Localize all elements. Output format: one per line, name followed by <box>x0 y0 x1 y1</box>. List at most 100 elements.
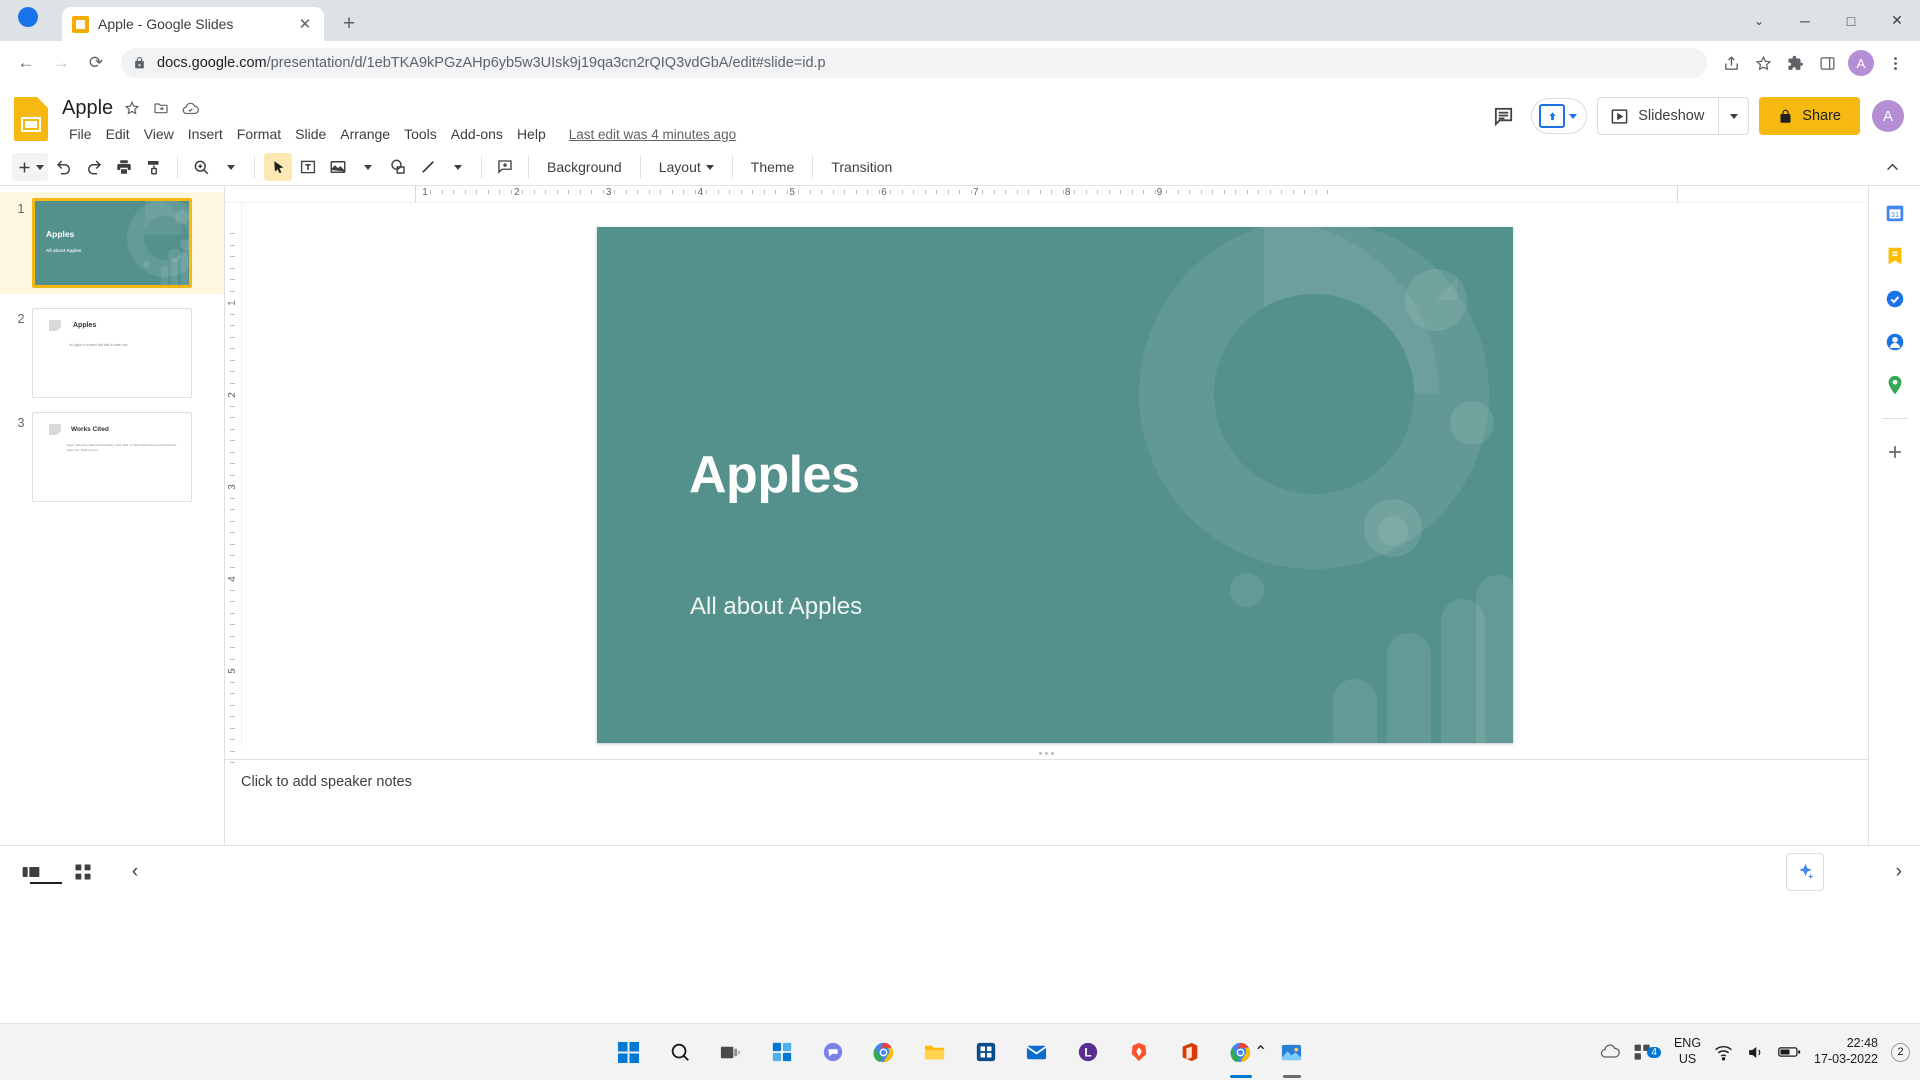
slideshow-button[interactable]: Slideshow <box>1598 98 1718 134</box>
new-slide-button[interactable] <box>12 153 48 181</box>
explore-button[interactable] <box>1786 852 1824 891</box>
teams-chat-icon[interactable] <box>813 1032 853 1072</box>
widgets-icon[interactable] <box>762 1032 802 1072</box>
line-dropdown[interactable] <box>444 153 472 181</box>
list-item[interactable]: 3 Works Cited "Apple." Wikipedia, Wikime… <box>0 412 224 502</box>
star-icon[interactable] <box>122 98 142 118</box>
clock[interactable]: 22:48 17-03-2022 <box>1814 1036 1878 1067</box>
search-icon[interactable] <box>660 1032 700 1072</box>
horizontal-ruler[interactable]: 1 2 3 4 5 6 7 8 9 <box>225 186 1868 203</box>
google-slides-logo[interactable] <box>14 97 52 147</box>
photos-icon[interactable] <box>1272 1032 1312 1072</box>
grid-view-icon[interactable] <box>68 857 98 887</box>
transition-button[interactable]: Transition <box>822 153 901 181</box>
slide-thumbnail-3[interactable]: Works Cited "Apple." Wikipedia, Wikimedi… <box>32 412 192 502</box>
back-icon[interactable]: ← <box>10 47 42 79</box>
share-icon[interactable] <box>1716 48 1746 78</box>
theme-button[interactable]: Theme <box>742 153 804 181</box>
slide-title[interactable]: Apples <box>689 445 860 505</box>
menu-insert[interactable]: Insert <box>181 123 230 145</box>
tasks-icon[interactable] <box>1882 286 1908 312</box>
print-button[interactable] <box>110 153 138 181</box>
background-button[interactable]: Background <box>538 153 631 181</box>
slide-subtitle[interactable]: All about Apples <box>690 593 862 621</box>
microsoft-store-icon[interactable] <box>966 1032 1006 1072</box>
chrome-browser-icon[interactable] <box>864 1032 904 1072</box>
active-slide-canvas[interactable]: Apples All about Apples <box>597 227 1513 743</box>
last-edit-link[interactable]: Last edit was 4 minutes ago <box>569 127 736 142</box>
slide-thumbnail-2[interactable]: Apples An Apple is a sweet fruit that is… <box>32 308 192 398</box>
menu-view[interactable]: View <box>137 123 181 145</box>
notes-resize-handle[interactable] <box>225 747 1868 759</box>
mail-icon[interactable] <box>1017 1032 1057 1072</box>
zoom-dropdown[interactable] <box>217 153 245 181</box>
brave-icon[interactable] <box>1119 1032 1159 1072</box>
battery-icon[interactable] <box>1778 1044 1801 1060</box>
avatar[interactable]: A <box>1872 100 1904 132</box>
lightshot-icon[interactable]: L <box>1068 1032 1108 1072</box>
bookmark-star-icon[interactable] <box>1748 48 1778 78</box>
menu-file[interactable]: File <box>62 123 99 145</box>
collapse-toolbar-chevron[interactable] <box>1878 153 1906 181</box>
list-item[interactable]: 2 Apples An Apple is a sweet fruit that … <box>0 308 224 398</box>
minimize-button[interactable]: ─ <box>1782 0 1828 41</box>
comment-history-icon[interactable] <box>1485 98 1521 134</box>
undo-button[interactable] <box>50 153 78 181</box>
new-slide-dropdown[interactable] <box>36 164 44 170</box>
file-explorer-icon[interactable] <box>915 1032 955 1072</box>
redo-button[interactable] <box>80 153 108 181</box>
sidepanel-icon[interactable] <box>1812 48 1842 78</box>
extensions-puzzle-icon[interactable] <box>1780 48 1810 78</box>
chevron-down-icon[interactable] <box>1569 113 1578 119</box>
list-item[interactable]: 1 Apples All about Apples <box>0 192 224 294</box>
close-window-button[interactable]: ✕ <box>1874 0 1920 41</box>
onedrive-icon[interactable] <box>1600 1044 1621 1060</box>
new-tab-button[interactable]: + <box>334 9 364 39</box>
present-to-other-screen-button[interactable] <box>1531 98 1588 134</box>
expand-panel-button[interactable]: › <box>1896 861 1902 883</box>
slide-thumbnail-1[interactable]: Apples All about Apples <box>32 198 192 288</box>
line-button[interactable] <box>414 153 442 181</box>
add-comment-button[interactable] <box>491 153 519 181</box>
zoom-button[interactable] <box>187 153 215 181</box>
menu-edit[interactable]: Edit <box>99 123 137 145</box>
maximize-button[interactable]: □ <box>1828 0 1874 41</box>
show-hidden-icons-arrow[interactable]: ⌃ <box>1254 1042 1267 1062</box>
menu-arrange[interactable]: Arrange <box>333 123 397 145</box>
move-to-folder-icon[interactable] <box>151 98 171 118</box>
menu-format[interactable]: Format <box>230 123 288 145</box>
image-dropdown[interactable] <box>354 153 382 181</box>
maps-icon[interactable] <box>1882 372 1908 398</box>
calendar-icon[interactable]: 31 <box>1882 200 1908 226</box>
start-windows-icon[interactable] <box>609 1032 649 1072</box>
menu-tools[interactable]: Tools <box>397 123 444 145</box>
menu-add-ons[interactable]: Add-ons <box>444 123 510 145</box>
task-view-icon[interactable] <box>711 1032 751 1072</box>
text-box-button[interactable] <box>294 153 322 181</box>
add-ons-plus-icon[interactable] <box>1882 439 1908 465</box>
menu-slide[interactable]: Slide <box>288 123 333 145</box>
layout-button[interactable]: Layout <box>650 153 723 181</box>
speaker-notes-panel[interactable]: Click to add speaker notes <box>225 759 1868 845</box>
vertical-ruler[interactable]: 12345 <box>225 203 242 763</box>
browser-tab[interactable]: Apple - Google Slides ✕ <box>62 7 324 41</box>
wifi-icon[interactable] <box>1714 1043 1733 1062</box>
browser-profile-avatar[interactable]: A <box>1848 50 1874 76</box>
language-indicator[interactable]: ENG US <box>1674 1036 1701 1067</box>
url-input[interactable]: docs.google.com/presentation/d/1ebTKA9kP… <box>121 48 1707 78</box>
slideshow-dropdown[interactable] <box>1718 98 1748 134</box>
share-button[interactable]: Share <box>1759 97 1860 135</box>
cloud-saved-icon[interactable] <box>180 98 200 118</box>
close-icon[interactable]: ✕ <box>296 15 314 33</box>
collapse-filmstrip-button[interactable]: ‹ <box>120 857 150 887</box>
keep-notes-icon[interactable] <box>1882 243 1908 269</box>
chrome-menu-icon[interactable] <box>1880 48 1910 78</box>
reload-icon[interactable]: ⟳ <box>80 47 112 79</box>
contacts-icon[interactable] <box>1882 329 1908 355</box>
office-icon[interactable] <box>1170 1032 1210 1072</box>
speaker-notes-placeholder[interactable]: Click to add speaker notes <box>241 774 1868 790</box>
forward-icon[interactable]: → <box>45 47 77 79</box>
updates-icon[interactable]: 4 <box>1633 1043 1661 1062</box>
menu-help[interactable]: Help <box>510 123 553 145</box>
paint-format-button[interactable] <box>140 153 168 181</box>
